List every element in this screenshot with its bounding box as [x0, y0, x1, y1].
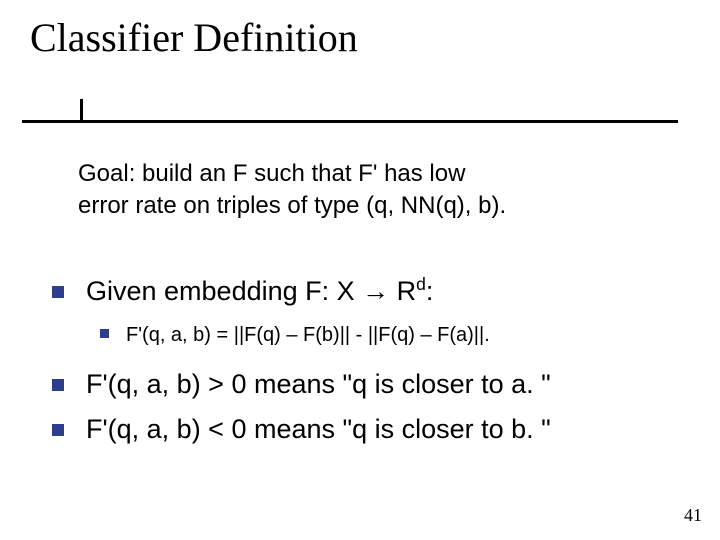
bullet-square-icon: [52, 379, 64, 391]
goal-line-1: Goal: build an F such that F' has low: [78, 160, 465, 187]
negative-text: F'(q, a, b) < 0 means "q is closer to b.…: [86, 414, 551, 444]
slide: Classifier Definition Goal: build an F s…: [0, 0, 720, 540]
arrow-right-icon: →: [362, 276, 389, 306]
given-prefix: Given embedding F: X: [86, 276, 362, 306]
slide-title: Classifier Definition: [30, 14, 358, 61]
bullet-negative-meaning: F'(q, a, b) < 0 means "q is closer to b.…: [52, 412, 682, 447]
bullet-given-embedding: Given embedding F: X → Rd:: [52, 274, 682, 309]
bullet-square-icon: [52, 286, 64, 298]
bullet-list: Given embedding F: X → Rd: F'(q, a, b) =…: [52, 274, 682, 457]
sub-bullet-formula: F'(q, a, b) = ||F(q) – F(b)|| - ||F(q) –…: [100, 321, 682, 349]
bullet-positive-meaning: F'(q, a, b) > 0 means "q is closer to a.…: [52, 367, 682, 402]
given-end: :: [426, 276, 434, 306]
goal-line-2: error rate on triples of type (q, NN(q),…: [78, 192, 506, 219]
page-number: 41: [684, 505, 702, 526]
positive-text: F'(q, a, b) > 0 means "q is closer to a.…: [86, 369, 551, 399]
goal-text: Goal: build an F such that F' has low er…: [78, 158, 678, 223]
bullet-square-icon: [52, 424, 64, 436]
bullet-square-small-icon: [100, 329, 109, 338]
title-rule-tick: [80, 99, 83, 122]
formula-text: F'(q, a, b) = ||F(q) – F(b)|| - ||F(q) –…: [126, 324, 490, 346]
given-suffix-base: R: [389, 276, 416, 306]
title-rule: [22, 120, 678, 123]
given-superscript: d: [416, 274, 426, 294]
